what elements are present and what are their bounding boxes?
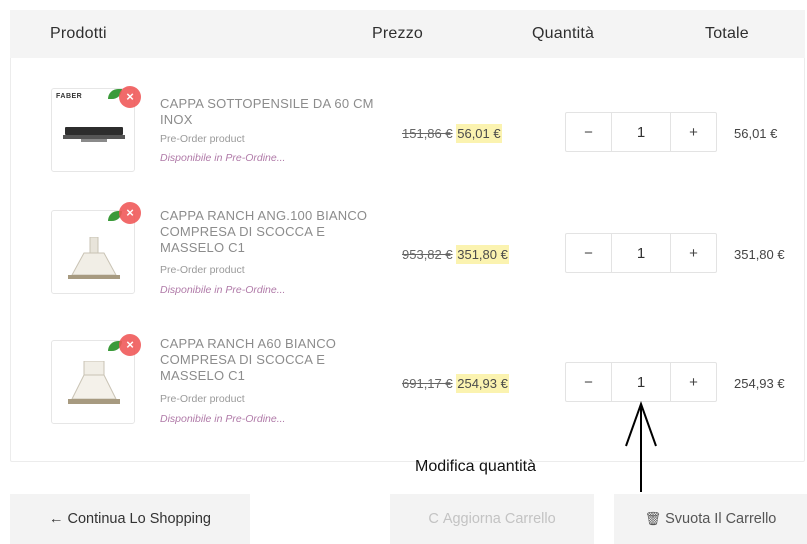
update-cart-label: Aggiorna Carrello (442, 511, 556, 527)
sale-price: 351,80 € (456, 245, 509, 264)
availability-link[interactable]: Disponibile in Pre-Ordine... (160, 413, 285, 425)
decrement-button[interactable]: − (566, 363, 612, 401)
preorder-label: Pre-Order product (160, 264, 245, 276)
unit-price: 691,17 € 254,93 € (402, 374, 509, 393)
product-name[interactable]: CAPPA RANCH ANG.100 BIANCO COMPRESA DI S… (160, 208, 385, 256)
quantity-input[interactable]: 1 (612, 113, 670, 151)
old-price: 691,17 € (402, 376, 453, 391)
quantity-stepper: − 1 + (565, 112, 717, 152)
availability-link[interactable]: Disponibile in Pre-Ordine... (160, 152, 285, 164)
product-thumbnail[interactable] (51, 210, 135, 294)
sale-price: 56,01 € (456, 124, 502, 143)
line-total: 56,01 € (734, 126, 778, 141)
annotation-label: Modifica quantità (415, 458, 536, 475)
empty-cart-label: Svuota Il Carrello (665, 511, 777, 527)
line-total: 351,80 € (734, 247, 785, 262)
availability-link[interactable]: Disponibile in Pre-Ordine... (160, 284, 285, 296)
hood-image (68, 237, 120, 279)
empty-cart-button[interactable]: 🗑 Svuota Il Carrello (614, 494, 807, 544)
preorder-label: Pre-Order product (160, 393, 245, 405)
decrement-button[interactable]: − (566, 234, 612, 272)
refresh-icon: C (428, 511, 439, 527)
hood-image (63, 127, 125, 142)
line-total: 254,93 € (734, 376, 785, 391)
arrow-left-icon: ← (48, 511, 64, 527)
unit-price: 151,86 € 56,01 € (402, 124, 502, 143)
continue-shopping-button[interactable]: ← Continua Lo Shopping (10, 494, 250, 544)
preorder-label: Pre-Order product (160, 133, 245, 145)
increment-button[interactable]: + (670, 363, 716, 401)
trash-icon: 🗑 (644, 511, 662, 526)
unit-price: 953,82 € 351,80 € (402, 245, 509, 264)
product-name[interactable]: CAPPA SOTTOPENSILE DA 60 CM INOX (160, 96, 390, 128)
quantity-input[interactable]: 1 (612, 363, 670, 401)
continue-shopping-label: Continua Lo Shopping (67, 511, 211, 527)
increment-button[interactable]: + (670, 113, 716, 151)
remove-item-button[interactable]: × (119, 202, 141, 224)
old-price: 151,86 € (402, 126, 453, 141)
quantity-stepper: − 1 + (565, 233, 717, 273)
quantity-input[interactable]: 1 (612, 234, 670, 272)
hood-image (68, 361, 120, 404)
old-price: 953,82 € (402, 247, 453, 262)
cart-row: × CAPPA RANCH A60 BIANCO COMPRESA DI SCO… (0, 0, 807, 425)
annotation-arrow-icon (625, 401, 657, 492)
quantity-stepper: − 1 + (565, 362, 717, 402)
sale-price: 254,93 € (456, 374, 509, 393)
remove-item-button[interactable]: × (119, 334, 141, 356)
decrement-button[interactable]: − (566, 113, 612, 151)
update-cart-button[interactable]: C Aggiorna Carrello (390, 494, 594, 544)
product-name[interactable]: CAPPA RANCH A60 BIANCO COMPRESA DI SCOCC… (160, 336, 385, 384)
increment-button[interactable]: + (670, 234, 716, 272)
